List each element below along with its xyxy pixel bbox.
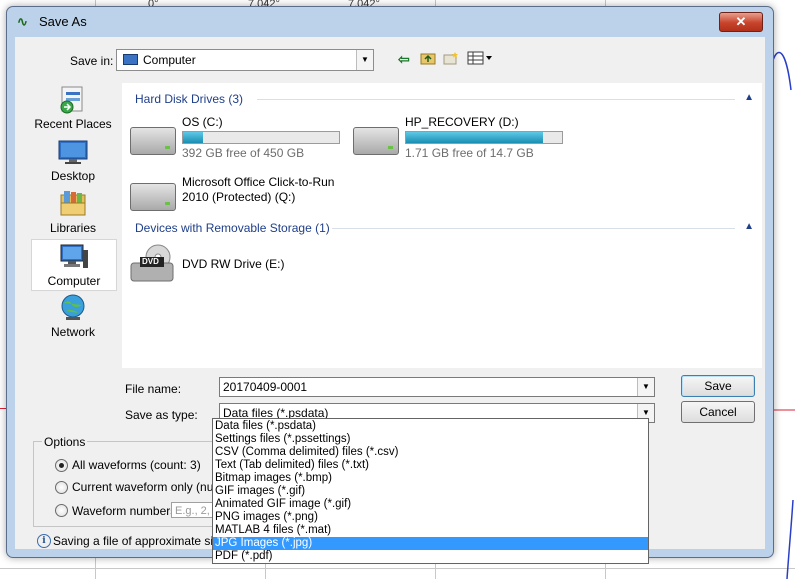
place-recent-places[interactable]: Recent Places	[31, 83, 115, 133]
places-bar: Recent Places Desktop Libraries Computer…	[25, 83, 117, 368]
type-option-selected[interactable]: JPG Images (*.jpg)	[213, 537, 648, 550]
place-label: Network	[50, 325, 95, 339]
file-name-value: 20170409-0001	[223, 380, 308, 394]
save-in-label: Save in:	[70, 54, 114, 68]
drive-free-space: 1.71 GB free of 14.7 GB	[405, 146, 534, 160]
collapse-chevron-icon[interactable]: ▲	[744, 221, 754, 232]
computer-small-icon	[123, 54, 138, 65]
options-title: Options	[42, 435, 88, 449]
option-current-waveform-label[interactable]: Current waveform only (numb	[72, 480, 230, 494]
drive-name-line2: 2010 (Protected) (Q:)	[182, 190, 296, 204]
dialog-title: Save As	[39, 14, 87, 29]
place-computer[interactable]: Computer	[31, 239, 117, 291]
drive-usage-bar	[182, 131, 340, 144]
file-name-input[interactable]: 20170409-0001 ▼	[219, 377, 655, 397]
drive-name: Microsoft Office Click-to-Run	[182, 175, 335, 189]
dialog-titlebar[interactable]: ∿ Save As ✕	[7, 7, 773, 35]
radio-all-waveforms[interactable]	[55, 459, 68, 472]
libraries-icon	[60, 191, 86, 216]
drive-c[interactable]: OS (C:) 392 GB free of 450 GB	[130, 115, 340, 161]
approx-size-info: Saving a file of approximate size	[53, 534, 226, 548]
group-header-hard-disks[interactable]: Hard Disk Drives (3)	[135, 92, 243, 106]
up-folder-icon[interactable]	[420, 51, 436, 68]
drive-e[interactable]: DVD DVD RW Drive (E:)	[130, 243, 330, 287]
recent-places-icon	[60, 86, 83, 114]
place-desktop[interactable]: Desktop	[31, 135, 115, 185]
drive-name: OS (C:)	[182, 115, 223, 129]
info-icon: i	[37, 534, 51, 548]
type-option[interactable]: MATLAB 4 files (*.mat)	[213, 524, 648, 537]
save-in-value: Computer	[143, 53, 196, 67]
option-all-waveforms-label[interactable]: All waveforms (count: 3)	[72, 458, 201, 472]
computer-icon	[60, 244, 88, 268]
type-option[interactable]: Animated GIF image (*.gif)	[213, 498, 648, 511]
type-option[interactable]: Bitmap images (*.bmp)	[213, 472, 648, 485]
file-list-panel[interactable]: Hard Disk Drives (3) ▲ OS (C:) 392 GB fr…	[122, 83, 762, 368]
drive-d[interactable]: HP_RECOVERY (D:) 1.71 GB free of 14.7 GB	[353, 115, 568, 161]
drive-free-space: 392 GB free of 450 GB	[182, 146, 305, 160]
hard-drive-icon	[130, 127, 176, 155]
waveform-app-icon: ∿	[17, 14, 28, 29]
drive-usage-bar	[405, 131, 563, 144]
type-option[interactable]: Text (Tab delimited) files (*.txt)	[213, 459, 648, 472]
save-in-combo[interactable]: Computer ▼	[116, 49, 374, 71]
group-divider	[332, 228, 735, 229]
close-button[interactable]: ✕	[719, 12, 763, 32]
file-name-label: File name:	[125, 382, 182, 396]
option-waveform-numbers-label[interactable]: Waveform numbers	[72, 504, 176, 518]
place-label: Libraries	[49, 221, 97, 235]
place-label: Recent Places	[34, 117, 112, 131]
bg-gridline	[0, 568, 795, 569]
views-menu-icon[interactable]	[467, 51, 493, 68]
save-as-type-label: Save as type:	[125, 408, 198, 422]
place-network[interactable]: Network	[31, 291, 115, 341]
save-button[interactable]: Save	[681, 375, 755, 397]
new-folder-icon[interactable]	[443, 51, 459, 68]
chevron-down-icon[interactable]: ▼	[356, 50, 373, 70]
hard-drive-icon	[353, 127, 399, 155]
type-option[interactable]: GIF images (*.gif)	[213, 485, 648, 498]
chevron-down-icon[interactable]: ▼	[637, 378, 654, 396]
cancel-button[interactable]: Cancel	[681, 401, 755, 423]
group-header-removable[interactable]: Devices with Removable Storage (1)	[135, 221, 330, 235]
type-option[interactable]: Data files (*.psdata)	[213, 420, 648, 433]
drive-name: DVD RW Drive (E:)	[182, 257, 285, 271]
save-as-type-dropdown-list[interactable]: Data files (*.psdata) Settings files (*.…	[212, 418, 649, 564]
type-option[interactable]: Settings files (*.pssettings)	[213, 433, 648, 446]
collapse-chevron-icon[interactable]: ▲	[744, 92, 754, 103]
group-divider	[257, 99, 735, 100]
type-option[interactable]: CSV (Comma delimited) files (*.csv)	[213, 446, 648, 459]
drive-name: HP_RECOVERY (D:)	[405, 115, 519, 129]
hard-drive-icon	[130, 183, 176, 211]
desktop-icon	[58, 140, 88, 164]
drive-q[interactable]: Microsoft Office Click-to-Run 2010 (Prot…	[130, 175, 355, 211]
network-icon	[61, 294, 85, 320]
place-label: Desktop	[50, 169, 96, 183]
dvd-badge: DVD	[142, 257, 159, 266]
radio-waveform-numbers[interactable]	[55, 504, 68, 517]
radio-current-waveform[interactable]	[55, 481, 68, 494]
back-arrow-icon[interactable]: ⇦	[398, 51, 410, 67]
type-option[interactable]: PNG images (*.png)	[213, 511, 648, 524]
place-label: Computer	[47, 274, 101, 288]
type-option[interactable]: PDF (*.pdf)	[213, 550, 648, 563]
place-libraries[interactable]: Libraries	[31, 187, 115, 237]
